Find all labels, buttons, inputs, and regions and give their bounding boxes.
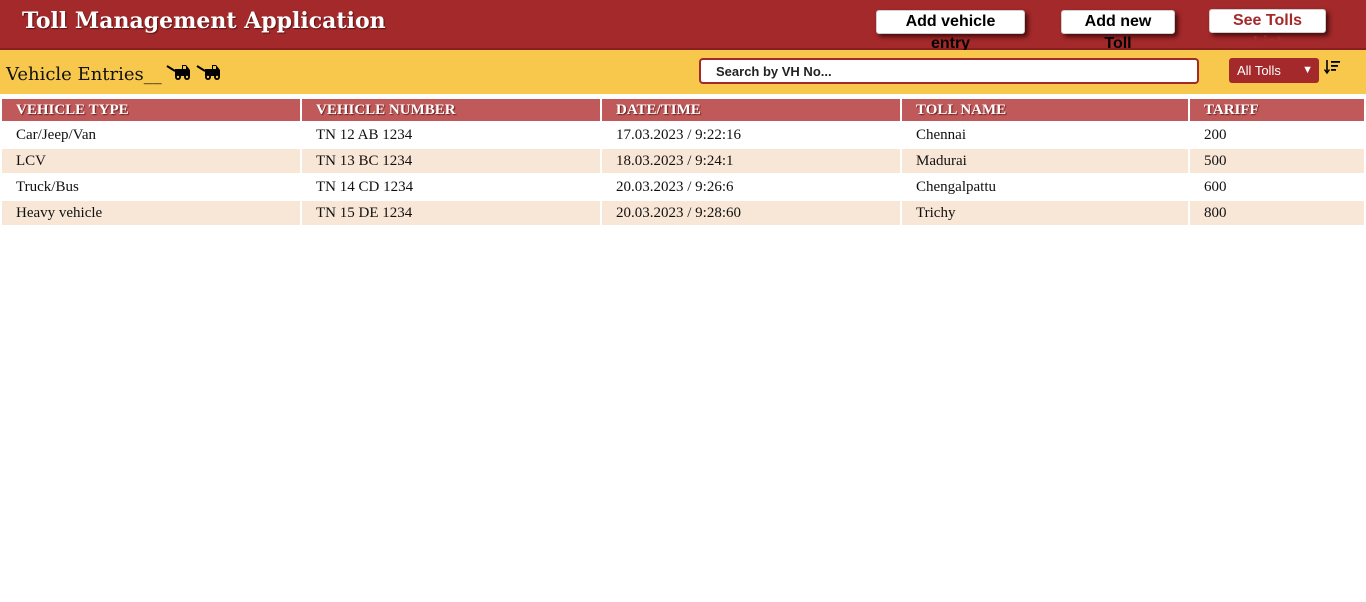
table-row[interactable]: Truck/Bus TN 14 CD 1234 20.03.2023 / 9:2…	[2, 175, 1364, 199]
table-row[interactable]: LCV TN 13 BC 1234 18.03.2023 / 9:24:1 Ma…	[2, 149, 1364, 173]
cell-date-time: 18.03.2023 / 9:24:1	[602, 149, 900, 173]
column-header-tariff[interactable]: TARIFF	[1190, 99, 1364, 121]
cell-date-time: 20.03.2023 / 9:26:6	[602, 175, 900, 199]
see-tolls-list-button[interactable]: See Tolls List	[1209, 9, 1326, 51]
cell-vehicle-type: Car/Jeep/Van	[2, 123, 300, 147]
sort-descending-icon[interactable]	[1324, 59, 1340, 75]
vehicle-entries-table: VEHICLE TYPE VEHICLE NUMBER DATE/TIME TO…	[0, 97, 1366, 227]
toolbar: Vehicle Entries__ All Tolls ▼	[0, 50, 1366, 94]
cell-vehicle-number: TN 12 AB 1234	[302, 123, 600, 147]
cell-toll-name: Chengalpattu	[902, 175, 1188, 199]
column-header-vehicle-number[interactable]: VEHICLE NUMBER	[302, 99, 600, 121]
table-row[interactable]: Car/Jeep/Van TN 12 AB 1234 17.03.2023 / …	[2, 123, 1364, 147]
tow-truck-icon	[166, 65, 190, 80]
search-input[interactable]	[699, 58, 1199, 84]
cell-vehicle-type: Truck/Bus	[2, 175, 300, 199]
section-title: Vehicle Entries__	[6, 64, 162, 85]
cell-vehicle-type: LCV	[2, 149, 300, 173]
toll-filter-selected: All Tolls	[1237, 63, 1281, 78]
cell-toll-name: Chennai	[902, 123, 1188, 147]
cell-toll-name: Madurai	[902, 149, 1188, 173]
cell-tariff: 600	[1190, 175, 1364, 199]
tow-truck-icon	[196, 65, 220, 80]
add-new-toll-button[interactable]: Add new Toll	[1061, 10, 1175, 52]
table-header-row: VEHICLE TYPE VEHICLE NUMBER DATE/TIME TO…	[2, 99, 1364, 121]
chevron-down-icon: ▼	[1302, 64, 1313, 76]
cell-tariff: 200	[1190, 123, 1364, 147]
cell-date-time: 17.03.2023 / 9:22:16	[602, 123, 900, 147]
toll-filter-select[interactable]: All Tolls ▼	[1229, 58, 1319, 83]
column-header-vehicle-type[interactable]: VEHICLE TYPE	[2, 99, 300, 121]
cell-toll-name: Trichy	[902, 201, 1188, 225]
cell-date-time: 20.03.2023 / 9:28:60	[602, 201, 900, 225]
cell-vehicle-number: TN 14 CD 1234	[302, 175, 600, 199]
cell-vehicle-type: Heavy vehicle	[2, 201, 300, 225]
cell-vehicle-number: TN 13 BC 1234	[302, 149, 600, 173]
cell-vehicle-number: TN 15 DE 1234	[302, 201, 600, 225]
column-header-date-time[interactable]: DATE/TIME	[602, 99, 900, 121]
cell-tariff: 500	[1190, 149, 1364, 173]
cell-tariff: 800	[1190, 201, 1364, 225]
add-vehicle-entry-button[interactable]: Add vehicle entry	[876, 10, 1025, 52]
app-title: Toll Management Application	[22, 8, 386, 34]
app-header: Toll Management Application Add vehicle …	[0, 0, 1366, 52]
table-row[interactable]: Heavy vehicle TN 15 DE 1234 20.03.2023 /…	[2, 201, 1364, 225]
column-header-toll-name[interactable]: TOLL NAME	[902, 99, 1188, 121]
